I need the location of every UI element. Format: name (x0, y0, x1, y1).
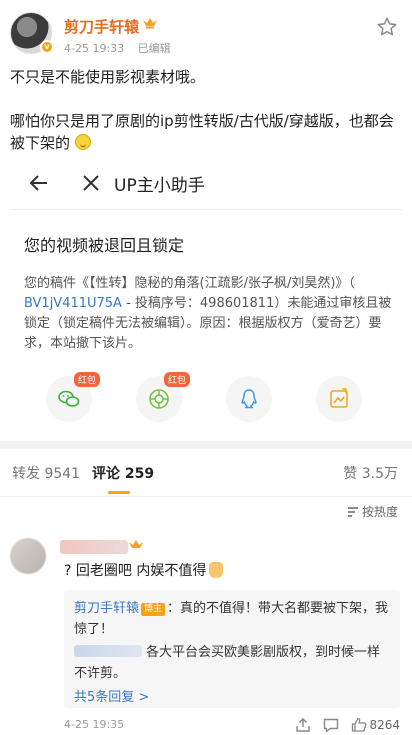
comment-icon[interactable] (322, 716, 340, 734)
comment-text: ? 回老圈吧 内娱不值得 (64, 560, 224, 580)
reply-item: 各大平台会买欧美影剧版权，到时候一样不许剪。 (74, 645, 381, 681)
commenter-name-blurred[interactable] (60, 540, 128, 554)
more-replies-link[interactable]: 共5条回复 > (74, 686, 149, 705)
interaction-tabs: 转发 9541 评论 259 赞 3.5万 (0, 449, 412, 497)
wechat-icon (58, 390, 80, 407)
commenter-avatar[interactable] (10, 538, 46, 574)
comment-footer: 4-25 19:35 8264 (0, 716, 412, 735)
moments-icon (149, 389, 169, 409)
qq-icon (241, 389, 257, 409)
share-qzone-button[interactable] (316, 376, 362, 422)
favorite-star-icon[interactable] (376, 16, 398, 38)
author-badge: 博主 (141, 603, 166, 616)
card-heading: 您的视频被退回且锁定 (24, 236, 185, 255)
card-nav-bar: UP主小助手 (10, 162, 402, 210)
reply-item: 剪刀手轩辕 博主 ：真的不值得！带大名都要被下架，我惊了！ (74, 601, 389, 637)
post-date: 4-25 19:33 (64, 42, 125, 55)
crown-icon (129, 540, 143, 548)
comment-date: 4-25 19:35 (64, 718, 125, 731)
post-header: v 剪刀手轩辕 4-25 19:33 已编辑 (0, 0, 412, 60)
post-meta: 4-25 19:33 已编辑 (64, 40, 181, 56)
tab-repost[interactable]: 转发 9541 (12, 463, 80, 483)
reply-author-blurred[interactable] (74, 645, 142, 657)
active-tab-indicator (108, 491, 130, 494)
red-packet-badge: 红包 (164, 372, 191, 387)
smile-emoji-icon (74, 134, 91, 150)
post-body: 不只是不能使用影视素材哦。 哪怕你只是用了原剧的ip剪性转版/古代版/穿越版，也… (10, 66, 402, 154)
back-arrow-icon[interactable] (28, 172, 50, 194)
share-icon[interactable] (294, 716, 312, 734)
like-icon[interactable] (350, 716, 368, 734)
verified-badge-icon: v (40, 40, 54, 54)
share-row: 红包 红包 (10, 372, 402, 432)
bv-link[interactable]: BV1jV411U75A (24, 296, 122, 311)
edited-label: 已编辑 (137, 42, 171, 55)
crown-icon (143, 18, 157, 29)
card-body: 您的视频被退回且锁定 您的稿件《【性转】隐秘的角落(江疏影/张子枫/刘昊然)》（… (24, 232, 392, 354)
close-icon[interactable] (80, 172, 102, 194)
tab-likes[interactable]: 赞 3.5万 (343, 463, 398, 483)
qzone-icon (330, 388, 348, 408)
replies-box[interactable]: 剪刀手轩辕 博主 ：真的不值得！带大名都要被下架，我惊了！ 各大平台会买欧美影剧版权… (64, 590, 400, 708)
sort-by-heat-button[interactable]: 按热度 (347, 503, 398, 520)
share-moments-button[interactable]: 红包 (136, 372, 191, 422)
share-qq-button[interactable] (226, 376, 272, 422)
share-wechat-button[interactable]: 红包 (46, 372, 101, 422)
comment-like-count: 8264 (369, 718, 400, 732)
sort-icon (347, 507, 358, 517)
red-packet-badge: 红包 (74, 372, 101, 387)
section-divider (0, 441, 412, 449)
author-name[interactable]: 剪刀手轩辕 (64, 16, 139, 37)
thumbs-up-emoji-icon (209, 562, 224, 578)
card-message: 您的稿件《【性转】隐秘的角落(江疏影/张子枫/刘昊然)》（ BV1jV411U7… (24, 276, 392, 351)
tab-comment[interactable]: 评论 259 (92, 463, 154, 483)
card-nav-title: UP主小助手 (114, 176, 205, 196)
reply-author[interactable]: 剪刀手轩辕 (74, 601, 139, 616)
post-line-1: 不只是不能使用影视素材哦。 (10, 68, 206, 86)
post-line-2: 哪怕你只是用了原剧的ip剪性转版/古代版/穿越版，也都会被下架的 (10, 112, 394, 152)
